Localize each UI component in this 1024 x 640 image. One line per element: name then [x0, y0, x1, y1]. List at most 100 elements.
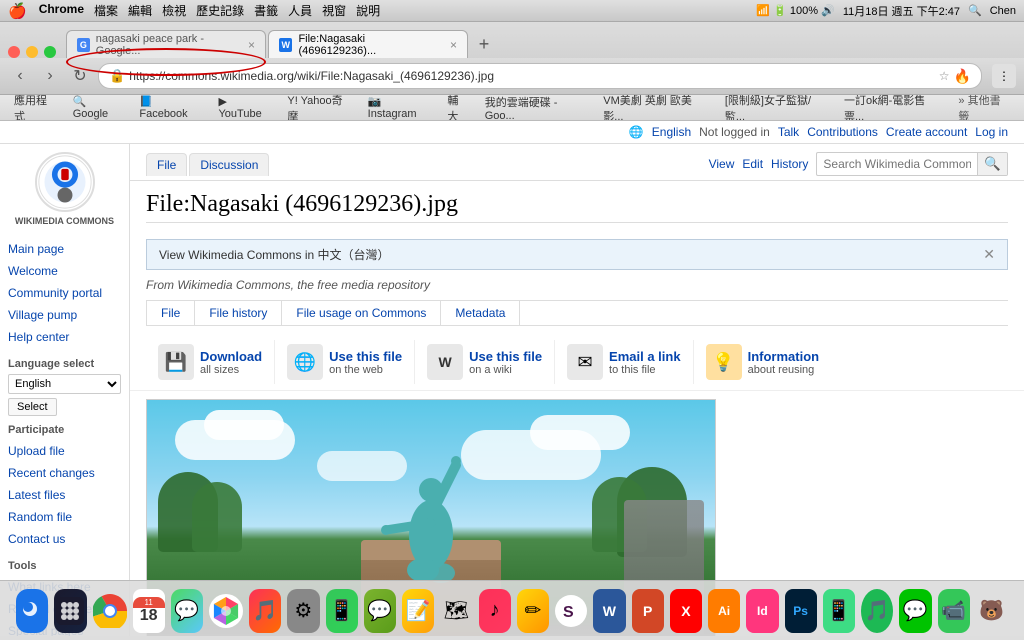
sidebar-random-file[interactable]: Random file	[8, 506, 121, 528]
tab-1[interactable]: G nagasaki peace park - Google... ×	[66, 30, 266, 58]
bookmark-other[interactable]: » 其他書籤	[952, 95, 1016, 121]
action-view[interactable]: View	[709, 157, 735, 171]
back-button[interactable]: ‹	[8, 64, 32, 88]
dock-launchpad[interactable]	[54, 589, 86, 633]
sidebar-welcome[interactable]: Welcome	[8, 260, 121, 282]
menu-people[interactable]: 人員	[288, 2, 312, 19]
bookmark-instagram[interactable]: 📷 Instagram	[362, 95, 438, 121]
sidebar-upload-file[interactable]: Upload file	[8, 440, 121, 462]
file-tab-usage[interactable]: File usage on Commons	[282, 301, 441, 325]
dock-finder[interactable]	[16, 589, 48, 633]
action-info[interactable]: 💡 Information about reusing	[694, 340, 832, 384]
notice-close-button[interactable]: ✕	[983, 246, 995, 263]
bookmark-yahoo[interactable]: Y! Yahoo奇摩	[281, 95, 357, 121]
menu-file[interactable]: 檔案	[94, 2, 118, 19]
dock-indesign[interactable]: Id	[746, 589, 778, 633]
user-icon[interactable]: 🔍	[968, 4, 982, 17]
menu-view[interactable]: 檢視	[162, 2, 186, 19]
bookmark-restricted[interactable]: [限制級]女子監獄/監...	[719, 95, 834, 121]
dock-line[interactable]: 💬	[899, 589, 931, 633]
dock-music[interactable]: 🎵	[249, 589, 281, 633]
menu-bookmarks[interactable]: 書籤	[254, 2, 278, 19]
dock-sketch[interactable]: ✏	[517, 589, 549, 633]
topbar-talk[interactable]: Talk	[778, 125, 799, 139]
dock-maps[interactable]: 🗺	[440, 589, 472, 633]
dock-android[interactable]: 📱	[823, 589, 855, 633]
dock-photoshop[interactable]: Ps	[785, 589, 817, 633]
dock-wechat[interactable]: 💬	[364, 589, 396, 633]
sidebar-help-center[interactable]: Help center	[8, 326, 121, 348]
action-email[interactable]: ✉ Email a link to this file	[555, 340, 694, 384]
dock-phone[interactable]: 📱	[326, 589, 358, 633]
reload-button[interactable]: ↻	[68, 64, 92, 88]
dock-word[interactable]: W	[593, 589, 625, 633]
bookmark-google[interactable]: 🔍 Google	[67, 95, 130, 121]
bookmark-star-icon[interactable]: ☆	[939, 69, 950, 83]
menu-window[interactable]: 視窗	[322, 2, 346, 19]
tab-close-2[interactable]: ×	[450, 38, 457, 52]
menu-edit[interactable]: 編輯	[128, 2, 152, 19]
dock-messages[interactable]: 💬	[171, 589, 203, 633]
dock-settings[interactable]: ⚙	[287, 589, 319, 633]
topbar-contributions[interactable]: Contributions	[807, 125, 878, 139]
bookmark-youtube[interactable]: ▶ YouTube	[212, 95, 277, 121]
dock-illustrator[interactable]: Ai	[708, 589, 740, 633]
dock-calendar[interactable]: 11 18	[133, 589, 165, 633]
apple-icon[interactable]: 🍎	[8, 2, 27, 20]
extension-fire-icon[interactable]: 🔥	[954, 68, 971, 85]
action-use-web[interactable]: 🌐 Use this file on the web	[275, 340, 415, 384]
sidebar-main-page[interactable]: Main page	[8, 238, 121, 260]
sidebar-community-portal[interactable]: Community portal	[8, 282, 121, 304]
close-button[interactable]	[8, 46, 20, 58]
dock-bear[interactable]: 🐻	[976, 589, 1008, 633]
new-tab-button[interactable]: +	[470, 30, 498, 58]
topbar-login[interactable]: Log in	[975, 125, 1008, 139]
bookmark-vm[interactable]: VM美劇 英劇 歐美影...	[597, 95, 715, 121]
bookmark-ticket[interactable]: 一訂ok網-電影售票...	[838, 95, 948, 121]
sidebar-village-pump[interactable]: Village pump	[8, 304, 121, 326]
menu-help[interactable]: 說明	[356, 2, 380, 19]
menu-history[interactable]: 歷史記錄	[196, 2, 244, 19]
file-tab-file[interactable]: File	[146, 301, 195, 325]
topbar-create-account[interactable]: Create account	[886, 125, 967, 139]
action-edit[interactable]: Edit	[742, 157, 763, 171]
forward-button[interactable]: ›	[38, 64, 62, 88]
from-commons-text: From Wikimedia Commons, the free media r…	[130, 278, 1024, 300]
minimize-button[interactable]	[26, 46, 38, 58]
sidebar-recent-changes[interactable]: Recent changes	[8, 462, 121, 484]
dock-photos[interactable]	[209, 589, 243, 633]
tab-close-1[interactable]: ×	[248, 38, 255, 52]
menu-chrome[interactable]: Chrome	[39, 2, 84, 19]
wiki-search-box[interactable]: 🔍	[816, 152, 1008, 176]
tab-discussion[interactable]: Discussion	[189, 153, 269, 176]
dock-adobe-x[interactable]: X	[670, 589, 702, 633]
address-box[interactable]: 🔒 https://commons.wikimedia.org/wiki/Fil…	[98, 63, 982, 89]
dock-powerpoint[interactable]: P	[632, 589, 664, 633]
maximize-button[interactable]	[44, 46, 56, 58]
file-tab-metadata[interactable]: Metadata	[441, 301, 520, 325]
action-use-wiki[interactable]: W Use this file on a wiki	[415, 340, 555, 384]
wiki-search-button[interactable]: 🔍	[977, 153, 1007, 175]
dock-facetime[interactable]: 📹	[938, 589, 970, 633]
bookmark-apps[interactable]: 應用程式	[8, 95, 63, 121]
dock-slack[interactable]: S	[555, 589, 587, 633]
sidebar-latest-files[interactable]: Latest files	[8, 484, 121, 506]
tab-2[interactable]: W File:Nagasaki (4696129236)... ×	[268, 30, 468, 58]
select-language-button[interactable]: Select	[8, 398, 57, 416]
action-download[interactable]: 💾 Download all sizes	[146, 340, 275, 384]
action-history[interactable]: History	[771, 157, 808, 171]
wiki-search-input[interactable]	[817, 154, 977, 174]
extension-btn-1[interactable]: ⋮	[992, 64, 1016, 88]
language-dropdown[interactable]: English	[8, 374, 121, 394]
topbar-language[interactable]: English	[652, 125, 691, 139]
dock-spotify[interactable]: 🎵	[861, 589, 893, 633]
dock-notes[interactable]: 📝	[402, 589, 434, 633]
file-tab-history[interactable]: File history	[195, 301, 282, 325]
bookmark-drive[interactable]: 我的雲端硬碟 - Goo...	[479, 95, 594, 121]
tab-file[interactable]: File	[146, 153, 187, 176]
dock-chrome[interactable]	[93, 589, 127, 633]
bookmark-facebook[interactable]: 📘 Facebook	[133, 95, 208, 121]
dock-itunes[interactable]: ♪	[479, 589, 511, 633]
bookmark-fujen[interactable]: 輔大	[441, 95, 474, 121]
sidebar-contact-us[interactable]: Contact us	[8, 528, 121, 550]
